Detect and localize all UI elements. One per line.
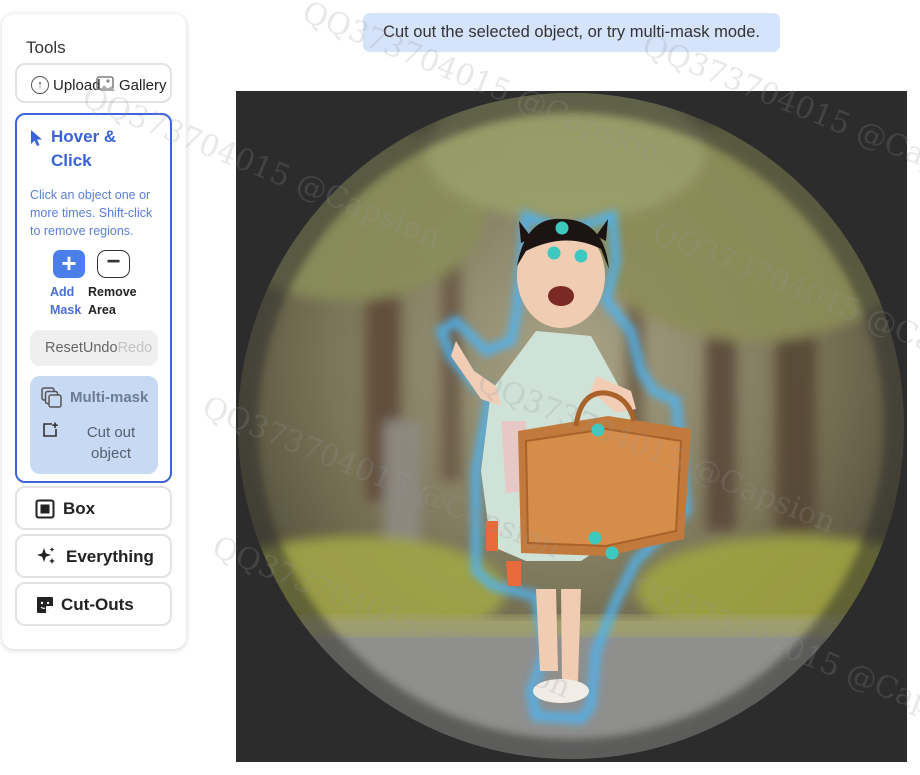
remove-area-label: Remove Area <box>88 285 137 317</box>
cutouts-label: Cut-Outs <box>61 595 134 614</box>
sticker-icon <box>37 597 53 613</box>
hover-click-title: Hover & Click <box>51 127 117 170</box>
click-point[interactable] <box>591 423 605 437</box>
box-tool[interactable]: Box <box>15 486 172 530</box>
box-label: Box <box>63 499 96 518</box>
upload-gallery-row: ↑ Upload Gallery <box>15 63 172 103</box>
remove-area-button[interactable]: − <box>97 250 130 278</box>
multi-mask-icon <box>41 387 62 408</box>
sparkles-icon <box>37 547 55 564</box>
cursor-icon <box>31 130 42 146</box>
everything-label: Everything <box>66 547 154 566</box>
click-point[interactable] <box>547 246 561 260</box>
multi-mask-box: Multi-mask Cut out object <box>30 376 158 474</box>
tools-sidebar: Tools ↑ Upload Gallery Hover & Click Cli… <box>2 14 186 649</box>
photo-preview[interactable] <box>236 91 907 762</box>
redo-button[interactable]: Redo <box>118 340 153 356</box>
add-mask-button[interactable]: + <box>53 250 85 278</box>
upload-button[interactable]: ↑ Upload <box>31 76 101 94</box>
click-point[interactable] <box>588 531 602 545</box>
click-point[interactable] <box>574 249 588 263</box>
hover-click-panel[interactable]: Hover & Click Click an object one or mor… <box>15 113 172 483</box>
gallery-button[interactable]: Gallery <box>96 76 167 94</box>
cut-out-button[interactable]: Cut out object <box>75 422 147 464</box>
tools-title: Tools <box>26 38 66 57</box>
undo-button[interactable]: Undo <box>83 340 118 356</box>
gallery-icon <box>96 76 115 91</box>
image-canvas[interactable] <box>236 91 907 762</box>
multi-mask-button[interactable]: Multi-mask <box>70 389 148 406</box>
hover-click-description: Click an object one or more times. Shift… <box>30 188 153 238</box>
box-icon <box>35 499 55 519</box>
everything-tool[interactable]: Everything <box>15 534 172 578</box>
click-point[interactable] <box>555 221 569 235</box>
gallery-label: Gallery <box>119 76 167 94</box>
upload-label: Upload <box>53 76 101 94</box>
reset-undo-redo-bar: Reset Undo Redo <box>30 330 158 366</box>
upload-icon: ↑ <box>31 76 49 94</box>
cutouts-tool[interactable]: Cut-Outs <box>15 582 172 626</box>
hint-banner: Cut out the selected object, or try mult… <box>363 13 780 52</box>
click-point[interactable] <box>605 546 619 560</box>
reset-button[interactable]: Reset <box>45 340 83 356</box>
cut-out-icon <box>43 422 58 437</box>
